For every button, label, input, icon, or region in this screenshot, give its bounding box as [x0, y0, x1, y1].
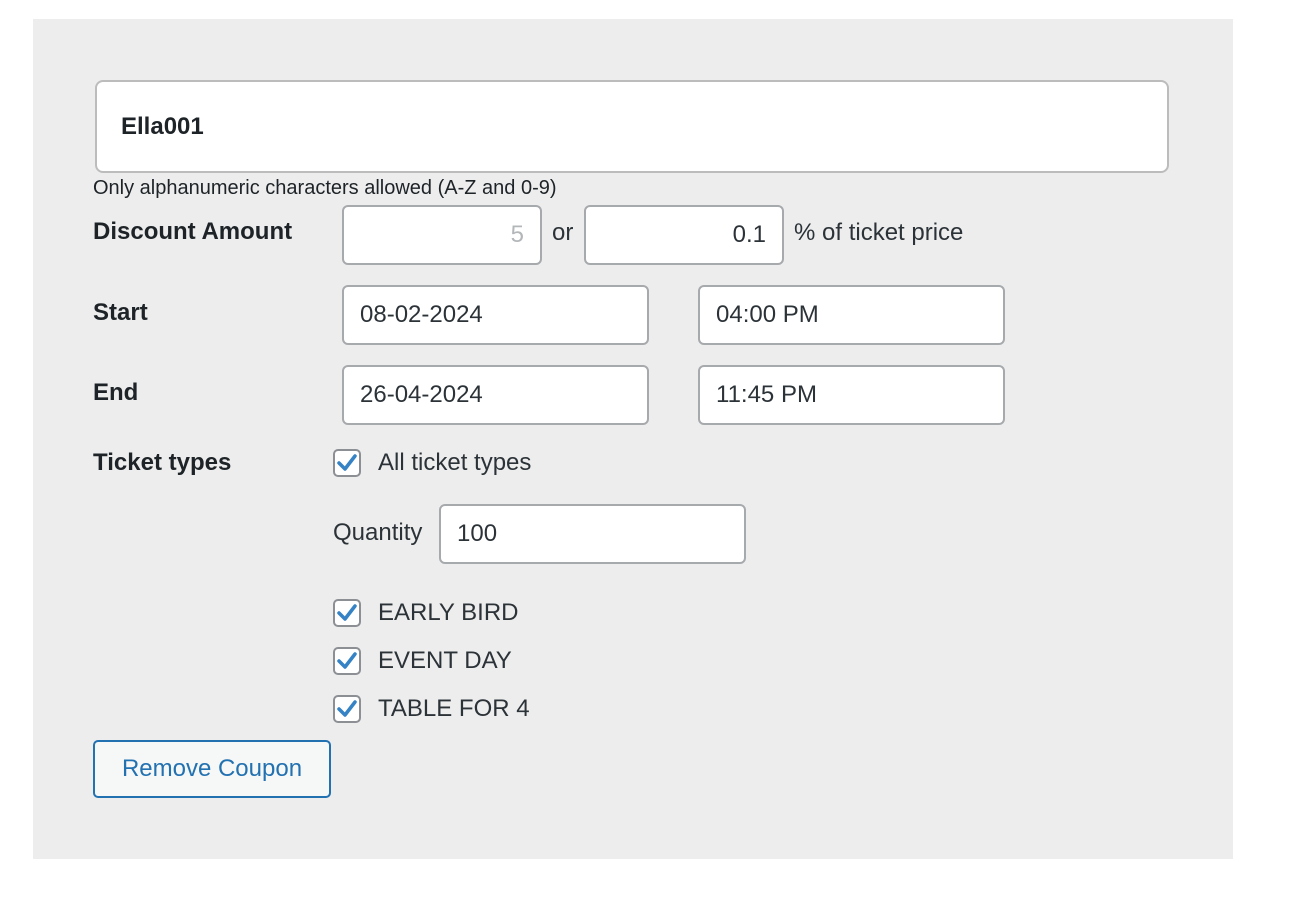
quantity-label: Quantity	[333, 519, 423, 546]
discount-percent-input[interactable]	[584, 205, 784, 265]
ticket-type-label: EARLY BIRD	[378, 599, 519, 626]
all-ticket-types-checkbox[interactable]	[333, 449, 361, 477]
ticket-type-label: TABLE FOR 4	[378, 695, 530, 722]
ticket-type-label: EVENT DAY	[378, 647, 512, 674]
end-date-input[interactable]	[342, 365, 649, 425]
end-label: End	[93, 379, 139, 406]
quantity-input[interactable]	[439, 504, 746, 564]
coupon-code-input[interactable]	[95, 80, 1169, 173]
all-ticket-types-option[interactable]: All ticket types	[333, 447, 531, 479]
all-ticket-types-label: All ticket types	[378, 449, 532, 476]
coupon-code-help: Only alphanumeric characters allowed (A-…	[93, 177, 557, 199]
checkmark-icon	[337, 454, 357, 471]
ticket-type-table-for-4[interactable]: TABLE FOR 4	[333, 693, 530, 725]
checkmark-icon	[337, 652, 357, 669]
checkmark-icon	[337, 604, 357, 621]
discount-or-text: or	[552, 219, 574, 246]
ticket-type-event-day[interactable]: EVENT DAY	[333, 645, 512, 677]
start-date-input[interactable]	[342, 285, 649, 345]
start-label: Start	[93, 299, 148, 326]
discount-amount-input[interactable]	[342, 205, 542, 265]
early-bird-checkbox[interactable]	[333, 599, 361, 627]
ticket-type-early-bird[interactable]: EARLY BIRD	[333, 597, 519, 629]
end-time-input[interactable]	[698, 365, 1005, 425]
discount-amount-label: Discount Amount	[93, 218, 293, 245]
table-for-4-checkbox[interactable]	[333, 695, 361, 723]
remove-coupon-button[interactable]: Remove Coupon	[93, 740, 331, 798]
ticket-types-label: Ticket types	[93, 449, 232, 476]
discount-percent-suffix: % of ticket price	[794, 219, 964, 246]
start-time-input[interactable]	[698, 285, 1005, 345]
checkmark-icon	[337, 700, 357, 717]
event-day-checkbox[interactable]	[333, 647, 361, 675]
